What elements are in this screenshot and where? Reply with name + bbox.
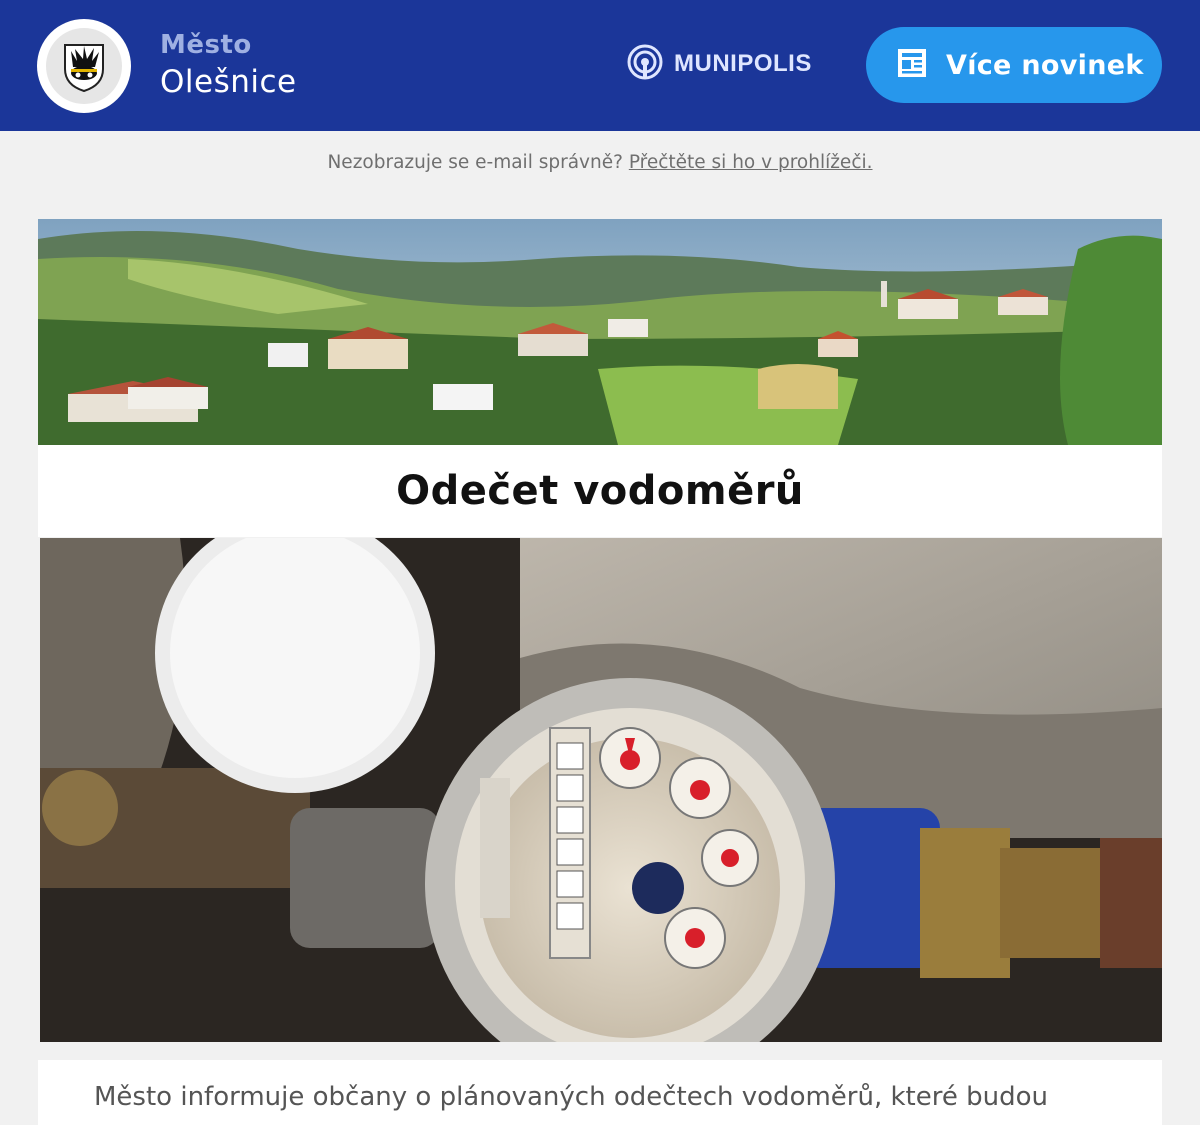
browser-view-notice: Nezobrazuje se e-mail správně? Přečtěte … [0,152,1200,173]
article-title: Odečet vodoměrů [396,468,804,514]
email-header: Město Olešnice MUNIPOLIS Více novinek [0,0,1200,131]
more-news-button[interactable]: Více novinek [866,27,1162,103]
newspaper-icon [896,47,928,83]
coat-of-arms-icon [46,28,122,104]
town-logo[interactable] [37,19,131,113]
munipolis-brand[interactable]: MUNIPOLIS [626,44,812,84]
article-body-text: Město informuje občany o plánovaných ode… [94,1082,1048,1112]
town-label: Město [160,30,252,60]
water-meter-photo [40,538,1162,1042]
munipolis-label: MUNIPOLIS [674,50,812,77]
article-body: Město informuje občany o plánovaných ode… [38,1060,1162,1125]
more-news-label: Více novinek [946,49,1144,81]
town-landscape-banner [38,219,1162,445]
town-name: Olešnice [160,64,297,100]
broadcast-icon [626,43,664,85]
notice-text: Nezobrazuje se e-mail správně? [327,152,623,173]
view-in-browser-link[interactable]: Přečtěte si ho v prohlížeči. [629,152,873,173]
article-title-box: Odečet vodoměrů [38,445,1162,537]
